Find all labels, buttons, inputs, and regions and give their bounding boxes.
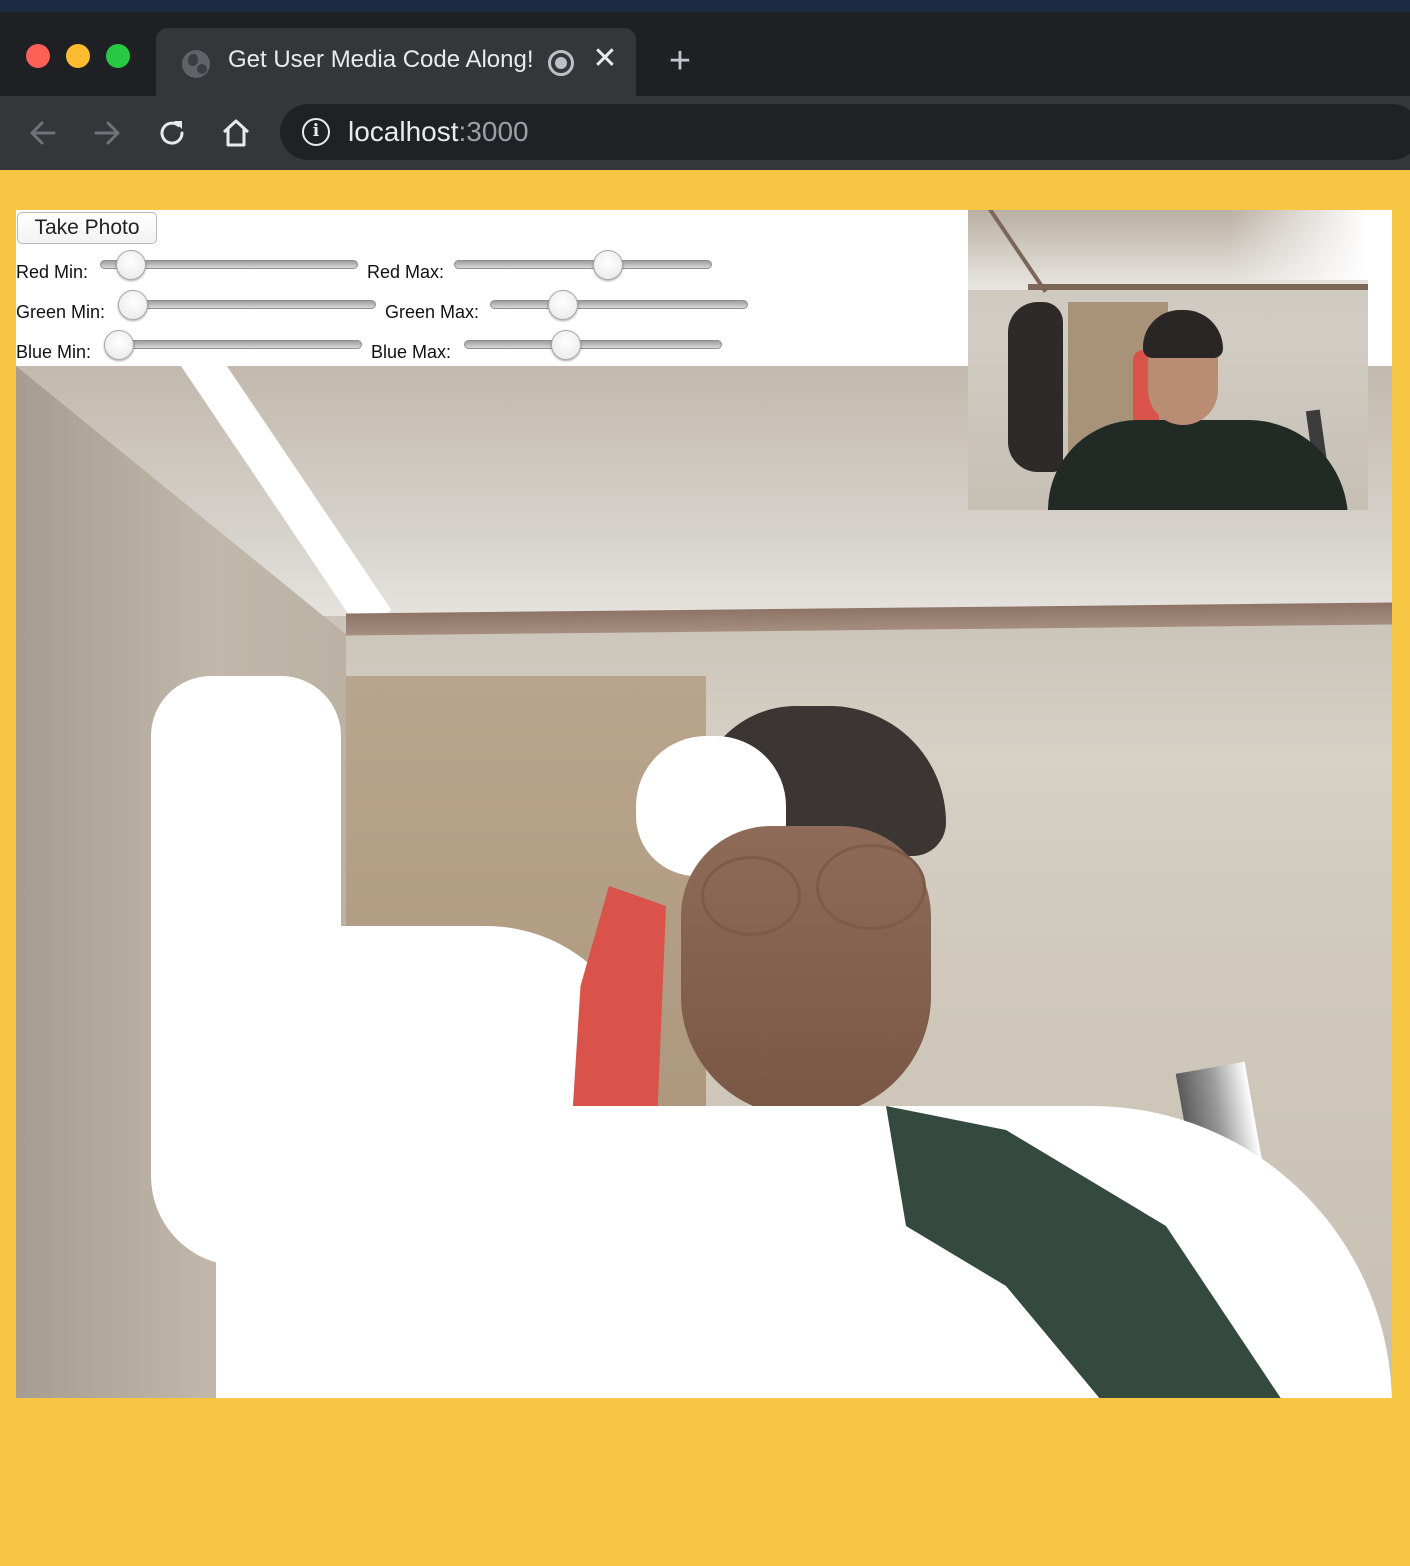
tab-title: Get User Media Code Along! bbox=[228, 46, 534, 73]
info-icon[interactable]: i bbox=[302, 118, 330, 146]
address-bar[interactable]: i localhost:3000 bbox=[280, 104, 1410, 160]
slider-thumb[interactable] bbox=[548, 290, 578, 320]
preview-light bbox=[1228, 210, 1368, 280]
arrow-left-icon bbox=[30, 121, 56, 145]
preview-molding bbox=[1028, 284, 1368, 290]
green-max-label: Green Max: bbox=[385, 302, 480, 322]
preview-coat bbox=[1008, 302, 1063, 472]
green-min-label: Green Min: bbox=[16, 302, 106, 322]
window-zoom-button[interactable] bbox=[106, 44, 130, 68]
home-button[interactable] bbox=[217, 114, 255, 152]
window-close-button[interactable] bbox=[26, 44, 50, 68]
live-video-preview bbox=[968, 210, 1368, 510]
slider-thumb[interactable] bbox=[104, 330, 134, 360]
processed-canvas bbox=[16, 366, 1392, 1398]
forward-button[interactable] bbox=[88, 114, 126, 152]
canvas-glasses bbox=[701, 856, 801, 936]
slider-thumb[interactable] bbox=[116, 250, 146, 280]
take-photo-button[interactable]: Take Photo bbox=[17, 212, 157, 244]
url-port: :3000 bbox=[458, 116, 529, 147]
slider-track bbox=[490, 300, 748, 309]
browser-window: Get User Media Code Along! ✕ + i localho… bbox=[0, 12, 1410, 170]
slider-thumb[interactable] bbox=[118, 290, 148, 320]
url-text[interactable]: localhost:3000 bbox=[348, 116, 529, 148]
reload-button[interactable] bbox=[153, 114, 191, 152]
preview-person-body bbox=[1048, 420, 1348, 510]
tab-bar: Get User Media Code Along! ✕ + bbox=[0, 12, 1410, 96]
close-icon[interactable]: ✕ bbox=[590, 44, 620, 74]
window-minimize-button[interactable] bbox=[66, 44, 90, 68]
red-max-label: Red Max: bbox=[367, 262, 445, 282]
slider-track bbox=[454, 260, 712, 269]
slider-track bbox=[118, 300, 376, 309]
slider-track bbox=[104, 340, 362, 349]
os-menu-strip bbox=[0, 0, 1410, 12]
canvas-glasses bbox=[816, 844, 926, 930]
slider-thumb[interactable] bbox=[551, 330, 581, 360]
back-button[interactable] bbox=[24, 114, 62, 152]
browser-toolbar: i localhost:3000 bbox=[0, 96, 1410, 170]
tab-active[interactable]: Get User Media Code Along! ✕ bbox=[156, 28, 636, 96]
plus-icon[interactable]: + bbox=[662, 42, 698, 80]
page-body: Take Photo Red Min: Red Max: Green Min: … bbox=[0, 170, 1410, 1566]
globe-icon bbox=[182, 50, 210, 78]
url-host: localhost bbox=[348, 116, 459, 147]
slider-track bbox=[464, 340, 722, 349]
arrow-right-icon bbox=[94, 121, 120, 145]
recording-icon bbox=[548, 50, 574, 76]
home-icon bbox=[222, 119, 250, 147]
reload-icon bbox=[160, 121, 184, 145]
red-min-label: Red Min: bbox=[16, 262, 89, 282]
blue-min-label: Blue Min: bbox=[16, 342, 92, 362]
slider-thumb[interactable] bbox=[593, 250, 623, 280]
blue-max-label: Blue Max: bbox=[371, 342, 452, 362]
